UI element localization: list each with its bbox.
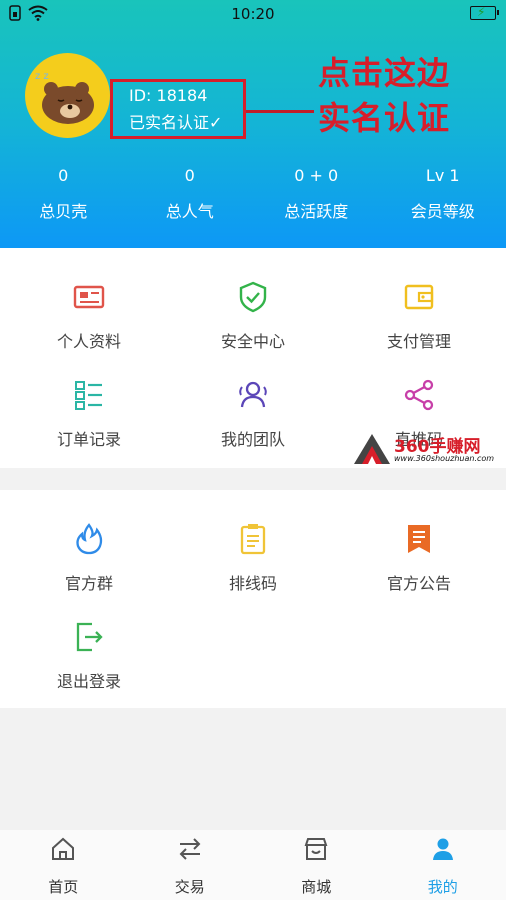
menu-logout[interactable]: 退出登录 (5, 620, 173, 692)
team-icon (239, 381, 267, 408)
verified-status[interactable]: 已实名认证✓ (129, 109, 222, 133)
status-time: 10:20 (231, 5, 275, 23)
stat-popularity[interactable]: 0 总人气 (127, 166, 254, 222)
service-menu-card: 官方群 排线码 官方公告 退出登录 (0, 490, 506, 708)
shop-icon (304, 838, 328, 860)
wallet-icon (404, 284, 434, 310)
swap-icon (179, 838, 201, 860)
svg-text:z z: z z (35, 71, 49, 82)
battery-icon: ⚡ (470, 5, 499, 20)
menu-official-group[interactable]: 官方群 (5, 522, 173, 594)
watermark: 360手赚网 www.360shouzhuan.com (352, 432, 504, 468)
watermark-logo-icon (354, 434, 390, 464)
annotation-line (246, 110, 314, 113)
annotation-text-1: 点击这边 (318, 54, 451, 92)
user-id: ID: 18184 (129, 86, 208, 105)
tab-mine[interactable]: 我的 (380, 830, 506, 900)
status-bar: 10:20 ⚡ (0, 0, 506, 28)
menu-announcements[interactable]: 官方公告 (335, 522, 503, 594)
menu-security[interactable]: 安全中心 (169, 280, 337, 352)
user-icon (432, 838, 453, 860)
flame-icon (76, 523, 103, 555)
verification-highlight[interactable]: ID: 18184 已实名认证✓ (110, 79, 246, 139)
avatar[interactable]: z z (25, 53, 110, 138)
stat-activity[interactable]: 0 + 0 总活跃度 (253, 166, 380, 222)
menu-profile[interactable]: 个人资料 (5, 280, 173, 352)
stats-row: 0 总贝壳 0 总人气 0 + 0 总活跃度 Lv 1 会员等级 (0, 166, 506, 222)
bottom-tab-bar: 首页 交易 商城 我的 (0, 830, 506, 900)
menu-orders[interactable]: 订单记录 (5, 378, 173, 450)
bear-icon: z z (35, 71, 94, 124)
tab-mall[interactable]: 商城 (253, 830, 380, 900)
notice-icon (408, 525, 430, 553)
annotation-text-2: 实名认证 (318, 99, 451, 137)
logout-icon (76, 622, 103, 652)
list-icon (75, 381, 102, 410)
shield-check-icon (239, 281, 267, 313)
tab-trade[interactable]: 交易 (127, 830, 254, 900)
stat-shells[interactable]: 0 总贝壳 (0, 166, 127, 222)
menu-queue-code[interactable]: 排线码 (169, 522, 337, 594)
tab-home[interactable]: 首页 (0, 830, 127, 900)
menu-payment[interactable]: 支付管理 (335, 280, 503, 352)
clipboard-icon (240, 524, 266, 555)
profile-header: 10:20 ⚡ z z ID: 18184 已实名认证✓ 点击这边 实名认证 0… (0, 0, 506, 248)
id-card-icon (73, 285, 105, 309)
menu-team[interactable]: 我的团队 (169, 378, 337, 450)
share-icon (404, 379, 434, 411)
home-icon (52, 837, 75, 860)
stat-member-level[interactable]: Lv 1 会员等级 (380, 166, 506, 222)
